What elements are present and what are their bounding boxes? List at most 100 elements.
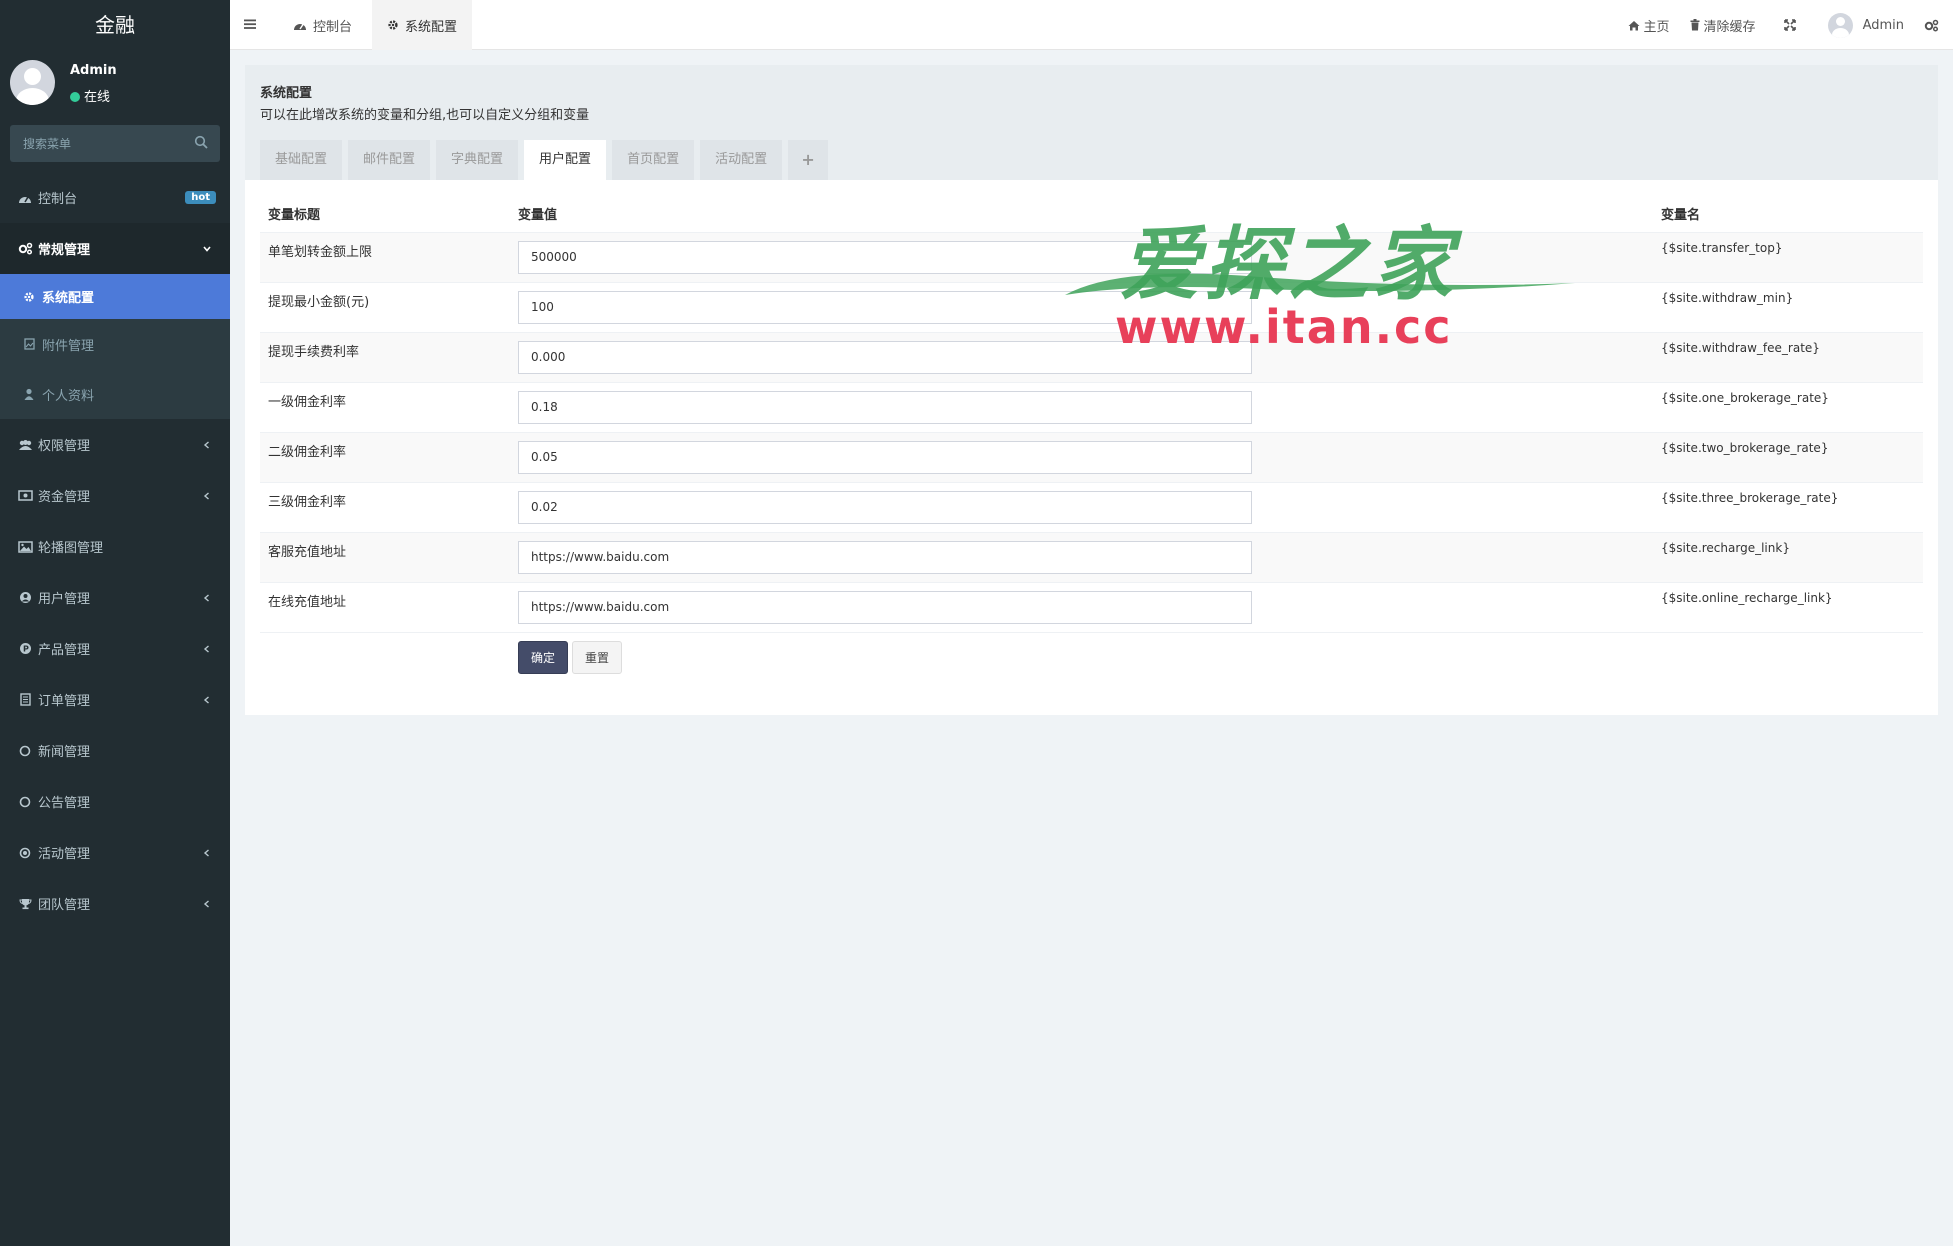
sidebar-item-label: 轮播图管理 — [38, 541, 104, 556]
panel-header: 系统配置 可以在此增改系统的变量和分组,也可以自定义分组和变量 基础配置 邮件配… — [245, 65, 1938, 180]
sidebar-item-news[interactable]: 新闻管理 — [0, 725, 230, 776]
clear-cache-label: 清除缓存 — [1703, 19, 1756, 35]
config-table: 变量标题 变量值 变量名 单笔划转金额上限 {$site.transfer_to… — [260, 196, 1923, 682]
submit-button[interactable]: 确定 — [518, 640, 569, 674]
menu-toggle-icon[interactable] — [243, 17, 257, 31]
column-header-title: 变量标题 — [260, 196, 510, 233]
user-avatar — [10, 60, 55, 105]
row-title: 提现手续费利率 — [260, 332, 510, 383]
chevron-left-icon — [203, 441, 209, 449]
table-row: 二级佣金利率 {$site.two_brokerage_rate} — [260, 432, 1923, 483]
tab-activity[interactable]: 活动配置 — [700, 140, 783, 180]
fullscreen-button[interactable] — [1766, 19, 1814, 31]
sidebar-item-products[interactable]: P 产品管理 — [0, 623, 230, 674]
user-status: 在线 — [70, 86, 110, 105]
trophy-icon — [17, 897, 33, 911]
value-input-online-recharge-link[interactable] — [518, 590, 1252, 624]
sidebar-item-label: 控制台 — [38, 192, 78, 207]
submenu-general: 系统配置 附件管理 个人资料 — [0, 274, 230, 419]
sidebar-item-dashboard[interactable]: 控制台 hot — [0, 172, 230, 223]
user-name: Admin — [70, 63, 117, 78]
tab-home[interactable]: 首页配置 — [612, 140, 695, 180]
value-input-withdraw-min[interactable] — [518, 290, 1252, 324]
home-icon — [1628, 20, 1640, 31]
tab-dashboard[interactable]: 控制台 — [278, 0, 367, 50]
list-icon — [17, 693, 33, 707]
home-label: 主页 — [1643, 19, 1670, 35]
row-title: 二级佣金利率 — [260, 432, 510, 483]
sidebar-item-funds[interactable]: 资金管理 — [0, 470, 230, 521]
form-actions: 确定 重置 — [518, 640, 1645, 674]
row-title: 一级佣金利率 — [260, 382, 510, 433]
value-input-three-brokerage-rate[interactable] — [518, 490, 1252, 524]
user-icon — [22, 388, 36, 400]
svg-text:P: P — [23, 645, 29, 654]
product-icon: P — [17, 642, 33, 656]
row-title: 三级佣金利率 — [260, 482, 510, 533]
sidebar-item-users[interactable]: 用户管理 — [0, 572, 230, 623]
sidebar-menu: 控制台 hot 常规管理 系统配置 附件管理 个人资料 权限管理 资金管理 轮播… — [0, 172, 230, 929]
sidebar-search — [10, 125, 220, 162]
sidebar-item-permissions[interactable]: 权限管理 — [0, 419, 230, 470]
tab-dictionary[interactable]: 字典配置 — [436, 140, 519, 180]
reset-button[interactable]: 重置 — [572, 640, 623, 674]
row-variable-name: {$site.online_recharge_link} — [1653, 582, 1923, 633]
form-actions-row: 确定 重置 — [260, 632, 1923, 682]
hot-badge: hot — [185, 191, 216, 204]
fullscreen-icon — [1783, 19, 1796, 31]
row-variable-name: {$site.one_brokerage_rate} — [1653, 382, 1923, 433]
table-row: 提现手续费利率 {$site.withdraw_fee_rate} — [260, 332, 1923, 383]
value-input-recharge-link[interactable] — [518, 540, 1252, 574]
menu-search-input[interactable] — [10, 125, 220, 162]
home-link[interactable]: 主页 — [1618, 16, 1680, 35]
sidebar-item-team[interactable]: 团队管理 — [0, 878, 230, 929]
sidebar-item-label: 资金管理 — [38, 490, 91, 505]
tab-basic[interactable]: 基础配置 — [260, 140, 343, 180]
file-image-icon — [22, 338, 36, 350]
control-sidebar-button[interactable] — [1918, 19, 1953, 32]
sidebar-item-label: 常规管理 — [38, 243, 91, 258]
tab-email[interactable]: 邮件配置 — [348, 140, 431, 180]
search-icon[interactable] — [194, 135, 208, 149]
row-title: 单笔划转金额上限 — [260, 232, 510, 283]
value-input-withdraw-fee-rate[interactable] — [518, 340, 1252, 374]
tab-label: 系统配置 — [405, 19, 458, 35]
money-icon — [17, 489, 33, 503]
tab-user[interactable]: 用户配置 — [524, 140, 607, 180]
add-group-button[interactable]: + — [788, 140, 829, 180]
table-row: 一级佣金利率 {$site.one_brokerage_rate} — [260, 382, 1923, 433]
chevron-left-icon — [203, 645, 209, 653]
sidebar-item-attachments[interactable]: 附件管理 — [0, 319, 230, 369]
chevron-left-icon — [203, 492, 209, 500]
dashboard-icon — [17, 191, 33, 205]
table-row: 客服充值地址 {$site.recharge_link} — [260, 532, 1923, 583]
sidebar-item-activities[interactable]: 活动管理 — [0, 827, 230, 878]
chevron-left-icon — [203, 849, 209, 857]
sidebar-item-system-config[interactable]: 系统配置 — [0, 274, 230, 319]
circle-icon — [17, 744, 33, 758]
row-title: 在线充值地址 — [260, 582, 510, 633]
sidebar-item-orders[interactable]: 订单管理 — [0, 674, 230, 725]
value-input-two-brokerage-rate[interactable] — [518, 440, 1252, 474]
chevron-left-icon — [203, 696, 209, 704]
sidebar-item-label: 活动管理 — [38, 847, 91, 862]
cogs-icon — [1924, 19, 1939, 32]
column-header-name: 变量名 — [1653, 196, 1923, 233]
clear-cache-link[interactable]: 清除缓存 — [1680, 16, 1766, 35]
column-header-value: 变量值 — [510, 196, 1653, 233]
gear-icon — [22, 291, 36, 303]
sidebar-item-general[interactable]: 常规管理 — [0, 223, 230, 274]
value-input-one-brokerage-rate[interactable] — [518, 390, 1252, 424]
value-input-transfer-top[interactable] — [518, 240, 1252, 274]
row-variable-name: {$site.transfer_top} — [1653, 232, 1923, 283]
user-menu[interactable]: Admin — [1814, 12, 1918, 38]
sidebar-item-notices[interactable]: 公告管理 — [0, 776, 230, 827]
sidebar-item-carousel[interactable]: 轮播图管理 — [0, 521, 230, 572]
tab-system-config[interactable]: 系统配置 — [372, 0, 473, 50]
header-right-nav: 主页 清除缓存 Admin — [1618, 0, 1953, 50]
app-logo[interactable]: 金融 — [0, 0, 230, 50]
sidebar-item-profile[interactable]: 个人资料 — [0, 369, 230, 419]
row-variable-name: {$site.recharge_link} — [1653, 532, 1923, 583]
plus-icon: + — [801, 150, 815, 169]
row-title: 客服充值地址 — [260, 532, 510, 583]
